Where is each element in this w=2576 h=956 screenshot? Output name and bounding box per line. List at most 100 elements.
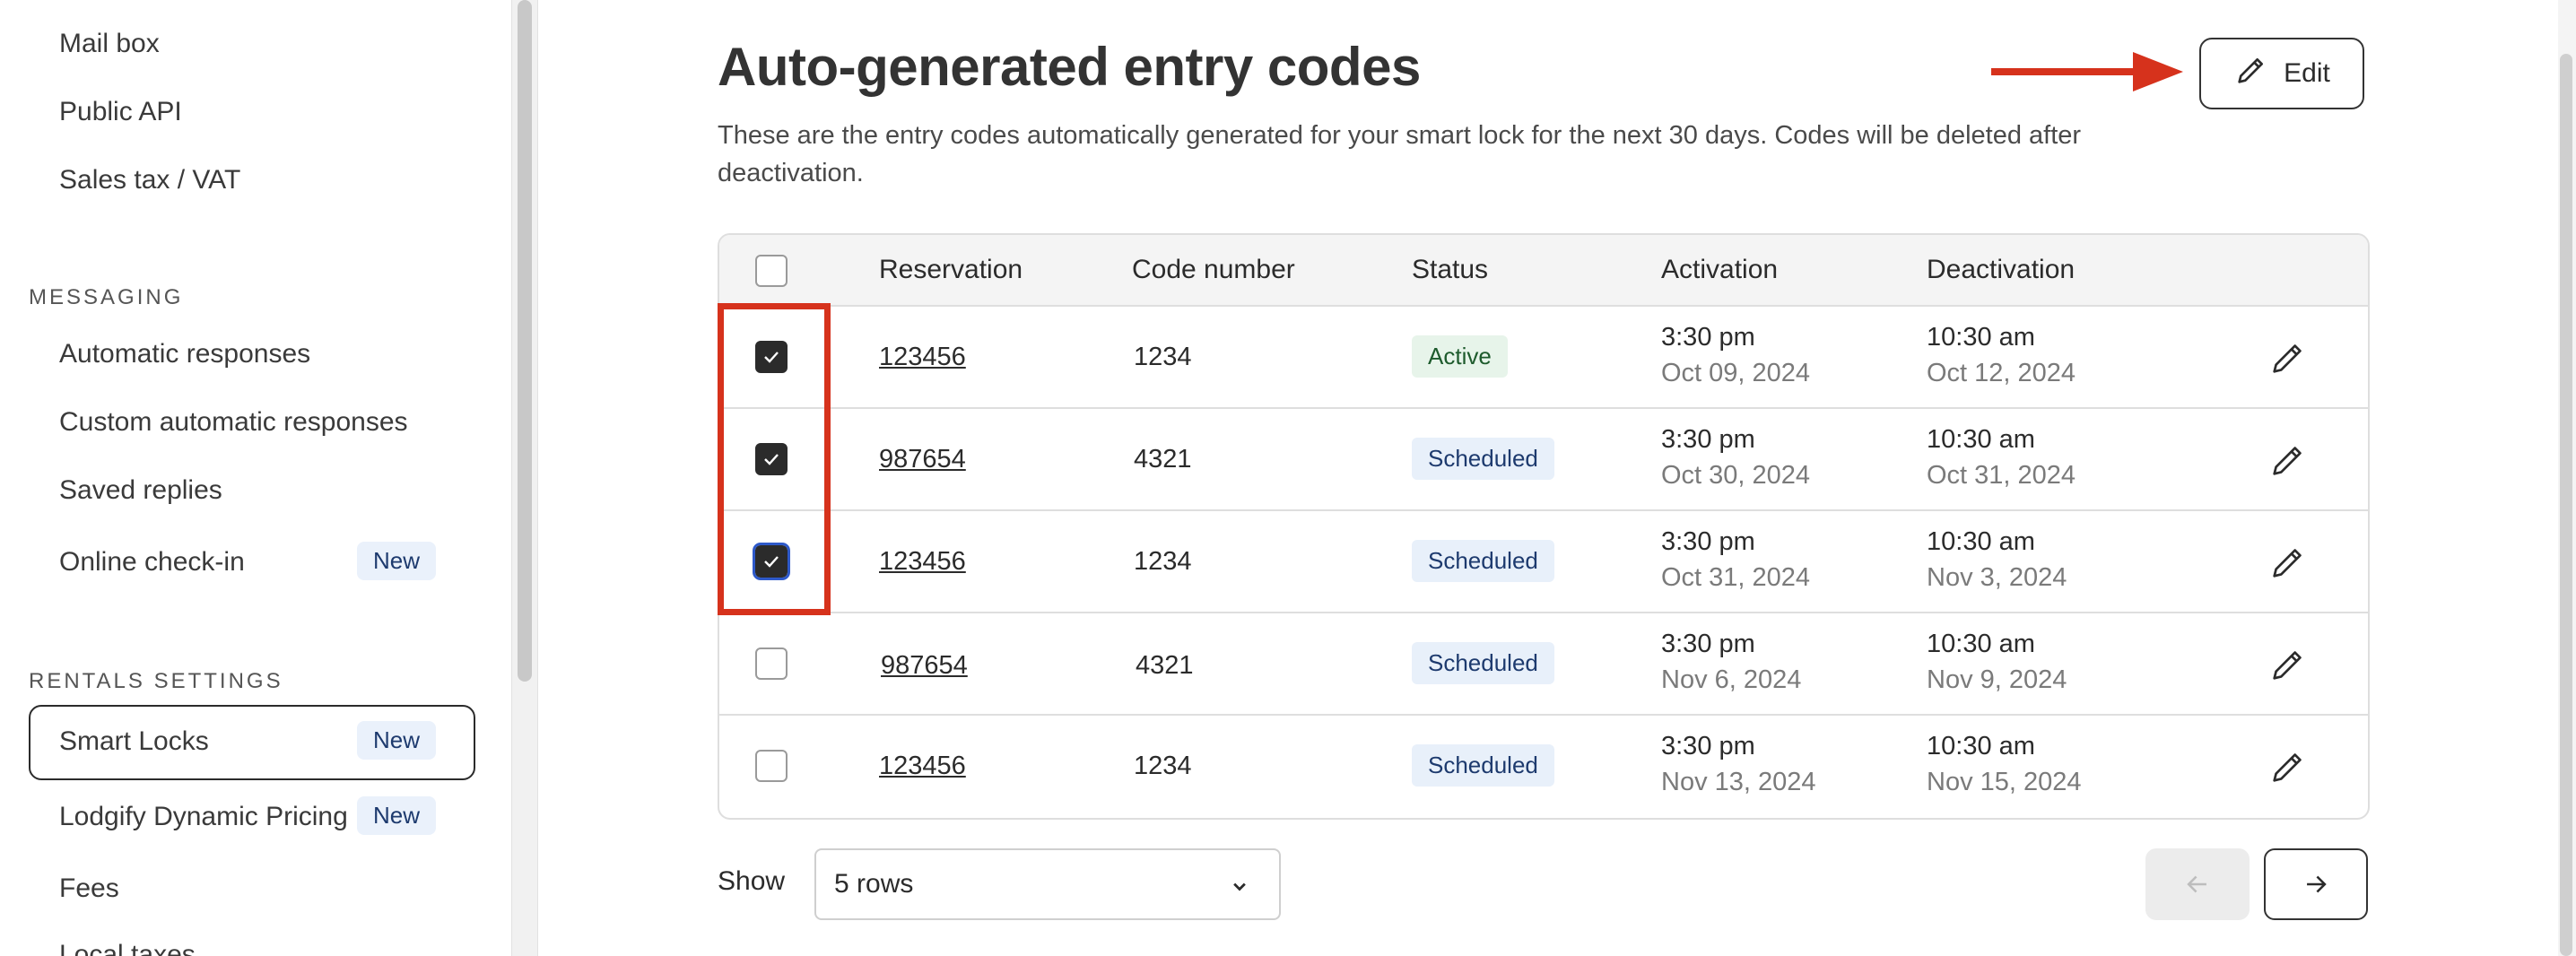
status-badge: Scheduled: [1412, 438, 1554, 480]
sidebar-item-smart-locks-label-wrap: Smart Locks: [59, 726, 209, 757]
row-checkbox[interactable]: [755, 647, 788, 680]
status-badge: Scheduled: [1412, 744, 1554, 787]
arrow-left-icon: [2187, 875, 2206, 893]
page-description: These are the entry codes automatically …: [718, 121, 2082, 187]
code-number: 4321: [1136, 651, 1194, 680]
pencil-icon[interactable]: [2267, 439, 2309, 481]
code-number: 1234: [1134, 752, 1192, 780]
status-badge: Scheduled: [1412, 642, 1554, 684]
table-row: 123456 1234 Scheduled 3:30 pm Oct 31, 20…: [719, 511, 2368, 613]
sidebar-item-label: Saved replies: [59, 475, 222, 505]
deactivation-date: Nov 3, 2024: [1927, 563, 2067, 592]
deactivation-time: 10:30 am: [1927, 630, 2035, 658]
activation-time: 3:30 pm: [1661, 630, 1755, 658]
new-badge: New: [357, 542, 437, 580]
activation-time: 3:30 pm: [1661, 732, 1755, 760]
code-number: 1234: [1134, 547, 1192, 576]
deactivation-date: Oct 31, 2024: [1927, 461, 2076, 490]
sidebar-item-label: Public API: [59, 97, 182, 126]
sidebar-item-label: Custom automatic responses: [59, 407, 408, 437]
sidebar-item-label: Smart Locks: [59, 726, 209, 756]
status-badge: Active: [1412, 335, 1508, 378]
rows-per-page-value: 5 rows: [834, 869, 914, 899]
activation-time: 3:30 pm: [1661, 425, 1755, 454]
sidebar-item-label: Lodgify Dynamic Pricing: [59, 802, 348, 831]
code-number: 4321: [1134, 445, 1192, 474]
activation-date: Oct 30, 2024: [1661, 461, 1811, 490]
column-header-deactivation[interactable]: Deactivation: [1927, 255, 2075, 285]
deactivation-date: Nov 15, 2024: [1927, 768, 2082, 796]
table-row: 987654 4321 Scheduled 3:30 pm Nov 6, 202…: [719, 613, 2368, 716]
activation-date: Oct 09, 2024: [1661, 359, 1811, 387]
next-page-button[interactable]: [2264, 848, 2368, 920]
table-row: 987654 4321 Scheduled 3:30 pm Oct 30, 20…: [719, 409, 2368, 511]
section-title-rentals-settings: RENTALS SETTINGS: [29, 669, 283, 693]
column-header-code-number[interactable]: Code number: [1132, 255, 1295, 285]
previous-page-button[interactable]: [2145, 848, 2250, 920]
pencil-icon[interactable]: [2267, 746, 2309, 787]
pencil-icon: [2233, 52, 2269, 95]
pencil-icon[interactable]: [2267, 337, 2309, 378]
column-header-activation[interactable]: Activation: [1661, 255, 1778, 285]
sidebar-item-custom-automatic-responses[interactable]: Custom automatic responses: [59, 407, 408, 438]
chevron-down-icon: [1233, 882, 1246, 891]
sidebar-item-label: Automatic responses: [59, 339, 311, 369]
sidebar: Mail box Public API Sales tax / VAT MESS…: [0, 0, 511, 956]
reservation-link[interactable]: 987654: [881, 651, 968, 681]
reservation-link[interactable]: 123456: [879, 343, 966, 372]
deactivation-time: 10:30 am: [1927, 732, 2035, 760]
deactivation-time: 10:30 am: [1927, 323, 2035, 352]
sidebar-item-fees[interactable]: Fees: [59, 873, 119, 904]
edit-button-label: Edit: [2284, 58, 2330, 88]
edit-button[interactable]: Edit: [2199, 38, 2364, 109]
table-row: 123456 1234 Scheduled 3:30 pm Nov 13, 20…: [719, 716, 2368, 818]
sidebar-item-label: Online check-in: [59, 547, 245, 577]
reservation-link[interactable]: 123456: [879, 752, 966, 781]
sidebar-item-lodgify-dynamic-pricing[interactable]: Lodgify Dynamic Pricing: [59, 802, 348, 832]
sidebar-item-sales-tax[interactable]: Sales tax / VAT: [59, 165, 240, 196]
section-title-messaging: MESSAGING: [29, 285, 184, 309]
sidebar-item-automatic-responses[interactable]: Automatic responses: [59, 339, 310, 369]
annotation-arrow-icon: [1991, 52, 2183, 91]
deactivation-date: Nov 9, 2024: [1927, 665, 2067, 694]
reservation-link[interactable]: 987654: [879, 445, 966, 474]
sidebar-item-label: Mail box: [59, 29, 160, 58]
code-number: 1234: [1134, 343, 1192, 371]
activation-date: Nov 6, 2024: [1661, 665, 1802, 694]
select-all-checkbox[interactable]: [755, 255, 788, 287]
sidebar-item-saved-replies[interactable]: Saved replies: [59, 475, 222, 506]
annotation-highlight-box: [718, 303, 831, 615]
new-badge: New: [357, 796, 437, 835]
rows-per-page-select[interactable]: 5 rows: [814, 848, 1281, 920]
row-checkbox[interactable]: [755, 750, 788, 782]
sidebar-item-local-taxes[interactable]: Local taxes: [59, 940, 196, 956]
entry-codes-table: Reservation Code number Status Activatio…: [718, 233, 2370, 820]
column-header-status[interactable]: Status: [1412, 255, 1488, 285]
sidebar-item-label: Sales tax / VAT: [59, 165, 241, 195]
sidebar-scrollbar-thumb[interactable]: [518, 0, 532, 682]
status-badge: Scheduled: [1412, 540, 1554, 582]
activation-time: 3:30 pm: [1661, 527, 1755, 556]
deactivation-time: 10:30 am: [1927, 425, 2035, 454]
sidebar-item-label: Local taxes: [59, 940, 196, 956]
new-badge: New: [357, 721, 437, 760]
activation-date: Oct 31, 2024: [1661, 563, 1811, 592]
sidebar-item-online-check-in[interactable]: Online check-in: [59, 547, 245, 578]
sidebar-item-public-api[interactable]: Public API: [59, 97, 182, 127]
page-scrollbar-thumb[interactable]: [2560, 54, 2572, 956]
deactivation-time: 10:30 am: [1927, 527, 2035, 556]
sidebar-item-mail-box[interactable]: Mail box: [59, 29, 160, 59]
reservation-link[interactable]: 123456: [879, 547, 966, 577]
activation-time: 3:30 pm: [1661, 323, 1755, 352]
page-title: Auto-generated entry codes: [718, 37, 1421, 97]
deactivation-date: Oct 12, 2024: [1927, 359, 2076, 387]
table-row: 123456 1234 Active 3:30 pm Oct 09, 2024 …: [719, 307, 2368, 409]
show-label: Show: [718, 866, 786, 896]
pencil-icon[interactable]: [2267, 644, 2309, 685]
table-header: Reservation Code number Status Activatio…: [719, 235, 2368, 307]
activation-date: Nov 13, 2024: [1661, 768, 1816, 796]
column-header-reservation[interactable]: Reservation: [879, 255, 1023, 285]
arrow-right-icon: [2307, 875, 2327, 893]
sidebar-item-label: Fees: [59, 873, 119, 903]
pencil-icon[interactable]: [2267, 542, 2309, 583]
